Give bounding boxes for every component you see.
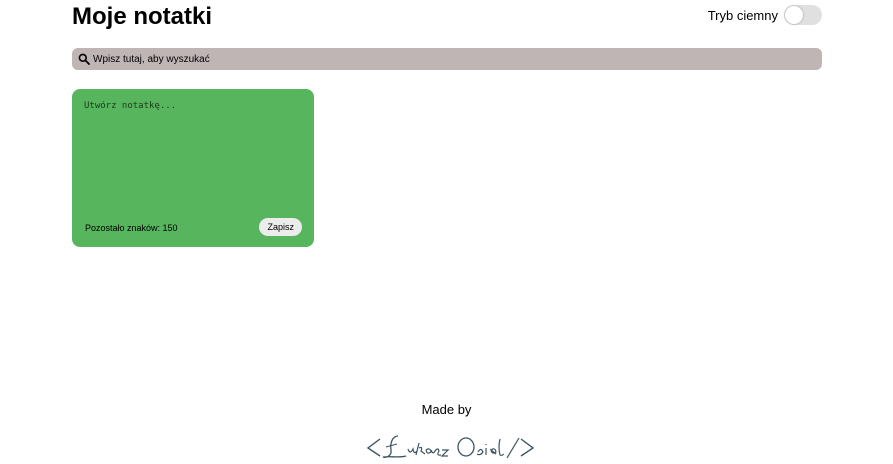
made-by-text: Made by [421, 402, 472, 417]
search-bar [72, 48, 822, 70]
save-button[interactable]: Zapisz [259, 218, 302, 236]
note-textarea[interactable] [84, 101, 299, 201]
toggle-knob [785, 6, 803, 24]
new-note-card: Pozostało znaków: 150 Zapisz [72, 89, 314, 247]
characters-remaining: Pozostało znaków: 150 [85, 223, 178, 233]
dark-mode-label: Tryb ciemny [707, 7, 778, 23]
author-signature [366, 435, 535, 459]
dark-mode-toggle[interactable] [784, 5, 822, 25]
search-icon [77, 52, 91, 66]
search-input[interactable] [93, 53, 793, 65]
header: Moje notatki Tryb ciemny [72, 2, 822, 34]
dark-mode-control: Tryb ciemny [708, 5, 822, 25]
page-title: Moje notatki [72, 3, 213, 30]
